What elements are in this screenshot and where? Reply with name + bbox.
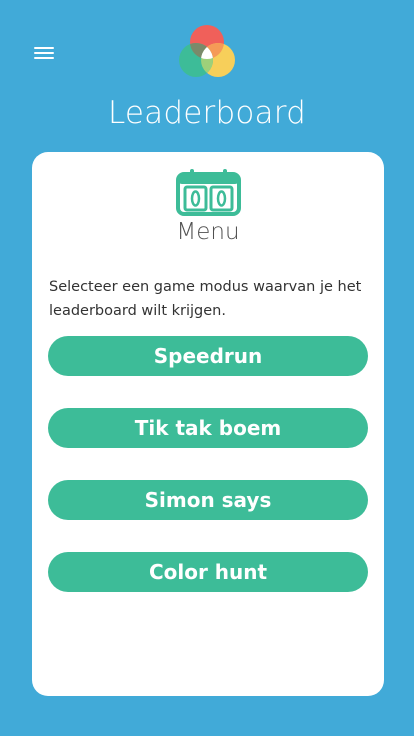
scoreboard-icon [176, 169, 241, 216]
color-hunt-button[interactable]: Color hunt [48, 552, 368, 592]
card-title: Menu [176, 219, 240, 245]
tik-tak-boem-button[interactable]: Tik tak boem [48, 408, 368, 448]
hamburger-menu-icon[interactable] [34, 45, 54, 61]
color-circles-logo [179, 25, 235, 77]
menu-description: Selecteer een game modus waarvan je het … [49, 279, 362, 319]
leaderboard-menu-card: Menu Selecteer een game modus waarvan je… [32, 152, 384, 696]
simon-says-button[interactable]: Simon says [48, 480, 368, 520]
page-title: Leaderboard [107, 95, 306, 131]
speedrun-button[interactable]: Speedrun [48, 336, 368, 376]
